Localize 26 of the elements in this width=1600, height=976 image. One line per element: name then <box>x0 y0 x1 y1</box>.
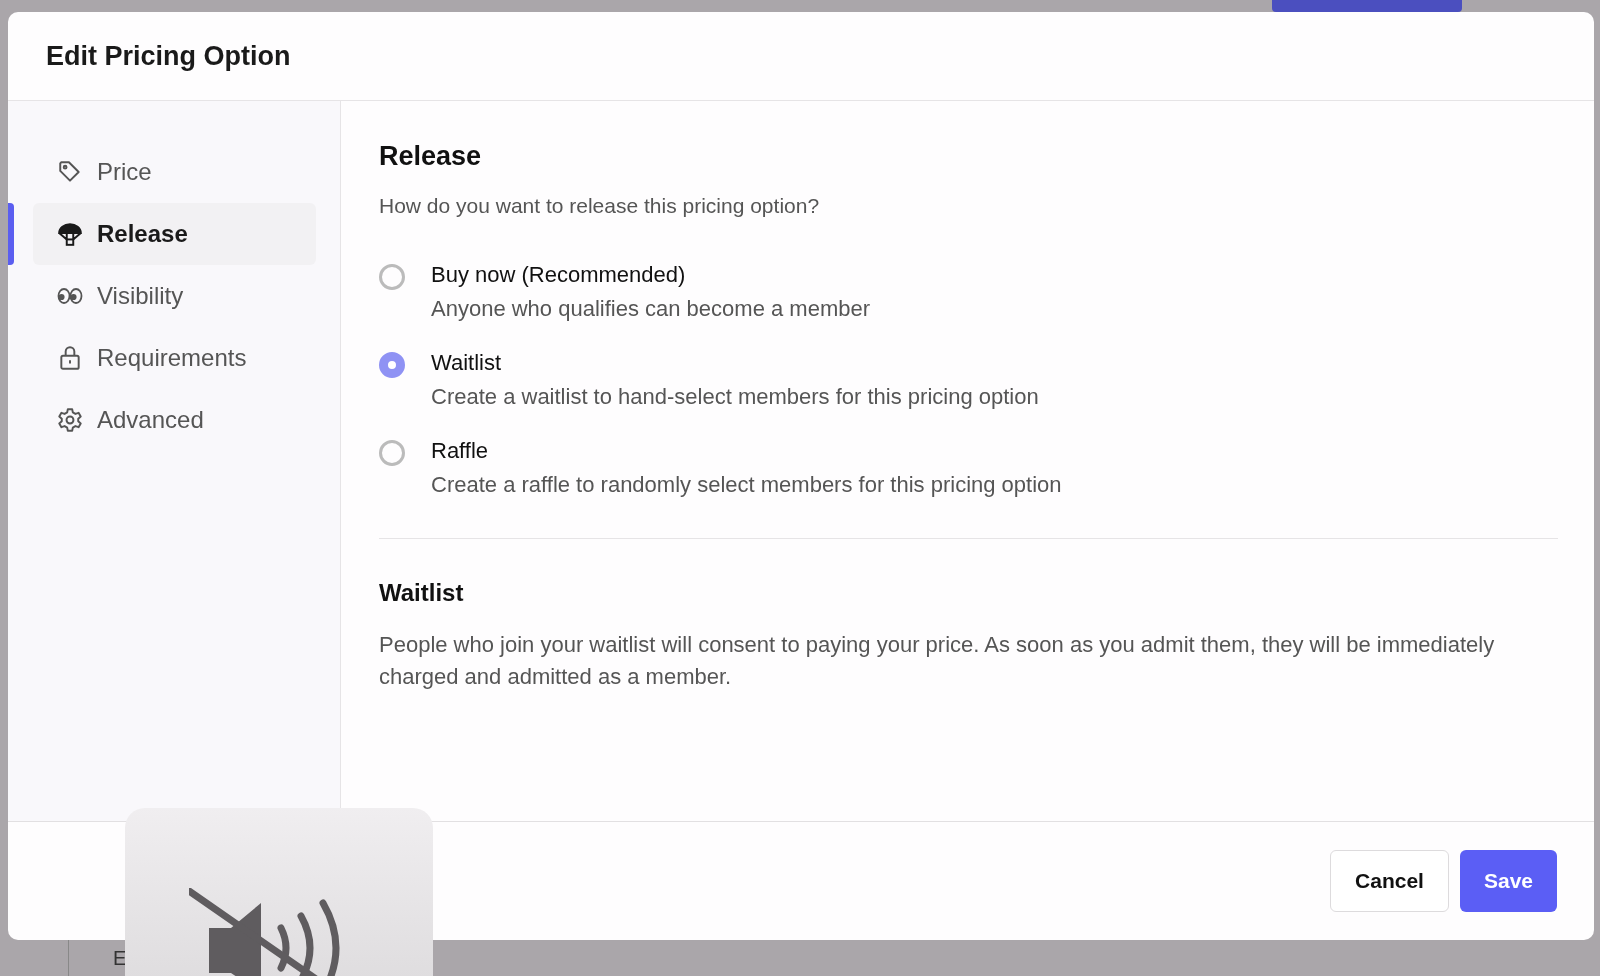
background-text: E <box>113 946 127 970</box>
option-description: Anyone who qualifies can become a member <box>431 296 871 322</box>
sidebar-item[interactable]: Visibility <box>33 265 316 327</box>
cancel-button[interactable]: Cancel <box>1330 850 1449 912</box>
radio-button[interactable] <box>379 440 405 466</box>
lock-icon <box>57 345 83 371</box>
option-label: Buy now (Recommended) <box>431 262 687 288</box>
sidebar-item[interactable]: Price <box>33 141 316 203</box>
dialog-title: Edit Pricing Option <box>46 40 291 72</box>
active-indicator <box>8 203 14 265</box>
detail-title: Waitlist <box>379 579 465 607</box>
section-question: How do you want to release this pricing option? <box>379 194 821 218</box>
option-description: Create a raffle to randomly select members for this pricing option <box>431 472 1062 498</box>
radio-button[interactable] <box>379 352 405 378</box>
section-title: Release <box>379 141 483 172</box>
option-description: Create a waitlist to hand-select members for this pricing option <box>431 384 1039 410</box>
option-label: Waitlist <box>431 350 503 376</box>
sidebar-item[interactable]: Release <box>33 203 316 265</box>
settings-icon <box>57 407 83 433</box>
option-label: Raffle <box>431 438 490 464</box>
parachute-icon <box>57 221 83 247</box>
detail-text: People who join your waitlist will consent to paying your price. As soon as you admit them, they will be immediately charged and admitted as a member. <box>379 631 1496 691</box>
radio-button[interactable] <box>379 264 405 290</box>
sidebar-item[interactable]: Requirements <box>33 327 316 389</box>
save-button[interactable]: Save <box>1459 850 1557 912</box>
sidebar-item[interactable]: Advanced <box>33 389 316 451</box>
